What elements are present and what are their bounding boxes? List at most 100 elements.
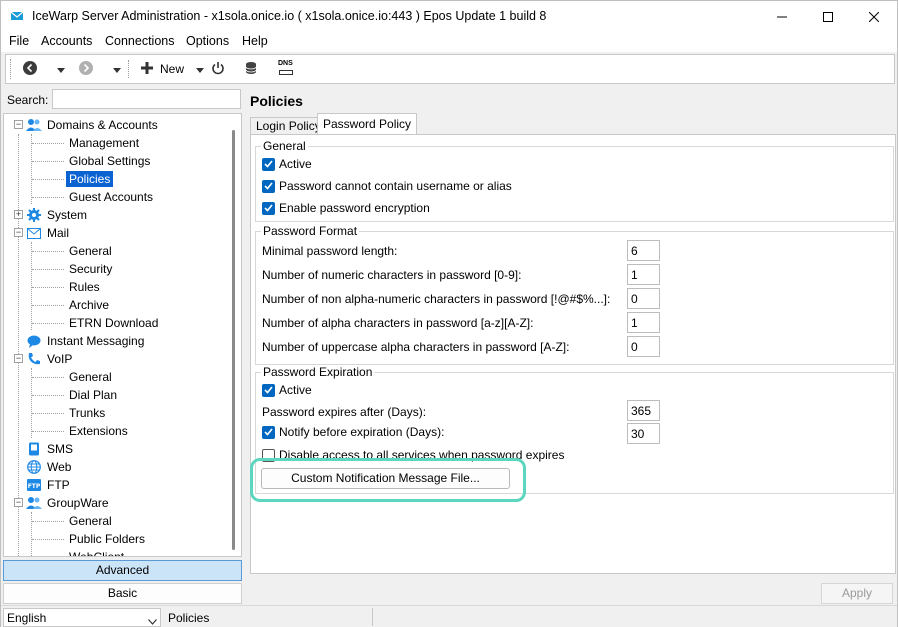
chat-bubble-icon	[26, 333, 42, 349]
expiration-active-label: Active	[279, 383, 312, 397]
svg-text:FTP: FTP	[28, 483, 41, 490]
database-icon	[244, 61, 258, 78]
encryption-checkbox[interactable]	[262, 201, 275, 215]
tree-item-system[interactable]: System	[26, 206, 90, 224]
search-label: Search:	[7, 93, 49, 107]
tree-item-global-settings[interactable]: Global Settings	[66, 152, 153, 170]
tree-item-groupware[interactable]: GroupWare	[26, 494, 112, 512]
tree-item-management[interactable]: Management	[66, 134, 142, 152]
sms-icon	[26, 441, 42, 457]
database-button[interactable]	[244, 59, 258, 79]
expiration-active-row[interactable]: Active	[262, 383, 312, 397]
status-separator	[372, 608, 373, 626]
tree-item-mail-rules[interactable]: Rules	[66, 278, 103, 296]
tree-item-mail-security[interactable]: Security	[66, 260, 115, 278]
collapse-mail-toggle[interactable]: −	[14, 228, 23, 237]
tree-item-ftp[interactable]: FTP FTP	[26, 476, 73, 494]
general-active-row[interactable]: Active	[262, 157, 312, 171]
numeric-chars-label: Number of numeric characters in password…	[262, 268, 522, 282]
tree-item-voip[interactable]: VoIP	[26, 350, 75, 368]
no-username-row[interactable]: Password cannot contain username or alia…	[262, 179, 512, 193]
tree-item-instant-messaging[interactable]: Instant Messaging	[26, 332, 147, 350]
dns-icon: DNS	[278, 60, 294, 76]
forward-dropdown[interactable]	[113, 59, 121, 79]
custom-notification-button[interactable]: Custom Notification Message File...	[261, 468, 510, 489]
plus-icon	[140, 61, 154, 78]
numeric-chars-input[interactable]	[627, 264, 660, 285]
menu-connections[interactable]: Connections	[105, 34, 175, 48]
encryption-label: Enable password encryption	[279, 201, 430, 215]
no-username-checkbox[interactable]	[262, 179, 275, 193]
tree-scrollbar[interactable]	[232, 130, 235, 550]
tab-login-policy[interactable]: Login Policy	[250, 117, 327, 135]
uppercase-chars-input[interactable]	[627, 336, 660, 357]
maximize-button[interactable]	[805, 1, 851, 32]
minimize-button[interactable]	[759, 1, 805, 32]
icewarp-logo-icon	[10, 9, 24, 23]
basic-button[interactable]: Basic	[3, 583, 242, 604]
non-alnum-chars-input[interactable]	[627, 288, 660, 309]
window-title: IceWarp Server Administration - x1sola.o…	[32, 9, 547, 23]
min-length-input[interactable]	[627, 240, 660, 261]
new-dropdown[interactable]	[196, 59, 204, 79]
apply-button[interactable]: Apply	[821, 583, 893, 604]
general-active-checkbox[interactable]	[262, 157, 275, 171]
power-button[interactable]	[211, 59, 225, 79]
tree-item-etrn-download[interactable]: ETRN Download	[66, 314, 161, 332]
back-button[interactable]	[22, 59, 38, 79]
dropdown-arrow-icon	[196, 62, 204, 76]
menu-help[interactable]: Help	[242, 34, 268, 48]
password-format-title: Password Format	[261, 224, 360, 238]
close-button[interactable]	[851, 1, 897, 32]
back-dropdown[interactable]	[57, 59, 65, 79]
tree-item-voip-general[interactable]: General	[66, 368, 115, 386]
toolbar-separator	[128, 59, 129, 79]
dropdown-arrow-icon	[113, 62, 121, 76]
globe-icon	[26, 459, 42, 475]
navigation-tree: − Domains & Accounts Management Global S…	[3, 113, 242, 557]
tree-item-groupware-general[interactable]: General	[66, 512, 115, 530]
encryption-row[interactable]: Enable password encryption	[262, 201, 430, 215]
new-button[interactable]: New	[140, 59, 184, 79]
tree-item-mail-general[interactable]: General	[66, 242, 115, 260]
gear-icon	[26, 207, 42, 223]
menu-options[interactable]: Options	[186, 34, 229, 48]
tree-item-webclient[interactable]: WebClient	[66, 548, 127, 556]
status-section: Policies	[168, 611, 210, 625]
min-length-label: Minimal password length:	[262, 244, 398, 258]
app-window: IceWarp Server Administration - x1sola.o…	[0, 0, 898, 627]
tree-item-policies[interactable]: Policies	[66, 170, 114, 188]
collapse-voip-toggle[interactable]: −	[14, 354, 23, 363]
general-active-label: Active	[279, 157, 312, 171]
notify-checkbox[interactable]	[262, 425, 275, 439]
tree-item-public-folders[interactable]: Public Folders	[66, 530, 148, 548]
tree-item-mail-archive[interactable]: Archive	[66, 296, 112, 314]
tree-item-dial-plan[interactable]: Dial Plan	[66, 386, 120, 404]
tree-item-extensions[interactable]: Extensions	[66, 422, 131, 440]
expand-system-toggle[interactable]: +	[14, 210, 23, 219]
notify-days-input[interactable]	[627, 423, 660, 444]
menu-file[interactable]: File	[9, 34, 29, 48]
tree-item-trunks[interactable]: Trunks	[66, 404, 108, 422]
menu-accounts[interactable]: Accounts	[41, 34, 92, 48]
tree-item-web[interactable]: Web	[26, 458, 74, 476]
search-input[interactable]	[52, 89, 241, 109]
tab-password-policy[interactable]: Password Policy	[317, 113, 418, 135]
expiration-active-checkbox[interactable]	[262, 383, 275, 397]
tree-item-domains-accounts[interactable]: Domains & Accounts	[26, 116, 161, 134]
advanced-button[interactable]: Advanced	[3, 560, 242, 581]
language-select[interactable]: English	[3, 608, 161, 627]
expires-after-label: Password expires after (Days):	[262, 405, 427, 419]
alpha-chars-input[interactable]	[627, 312, 660, 333]
notify-row[interactable]: Notify before expiration (Days):	[262, 425, 444, 439]
users-icon	[26, 117, 42, 133]
general-group: General Active Password cannot contain u…	[255, 140, 894, 222]
tree-item-sms[interactable]: SMS	[26, 440, 76, 458]
expires-after-input[interactable]	[627, 400, 660, 421]
tree-item-guest-accounts[interactable]: Guest Accounts	[66, 188, 156, 206]
collapse-groupware-toggle[interactable]: −	[14, 498, 23, 507]
tree-item-mail[interactable]: Mail	[26, 224, 72, 242]
dns-button[interactable]: DNS	[278, 59, 294, 79]
forward-button[interactable]	[78, 59, 94, 79]
collapse-domains-toggle[interactable]: −	[14, 120, 23, 129]
